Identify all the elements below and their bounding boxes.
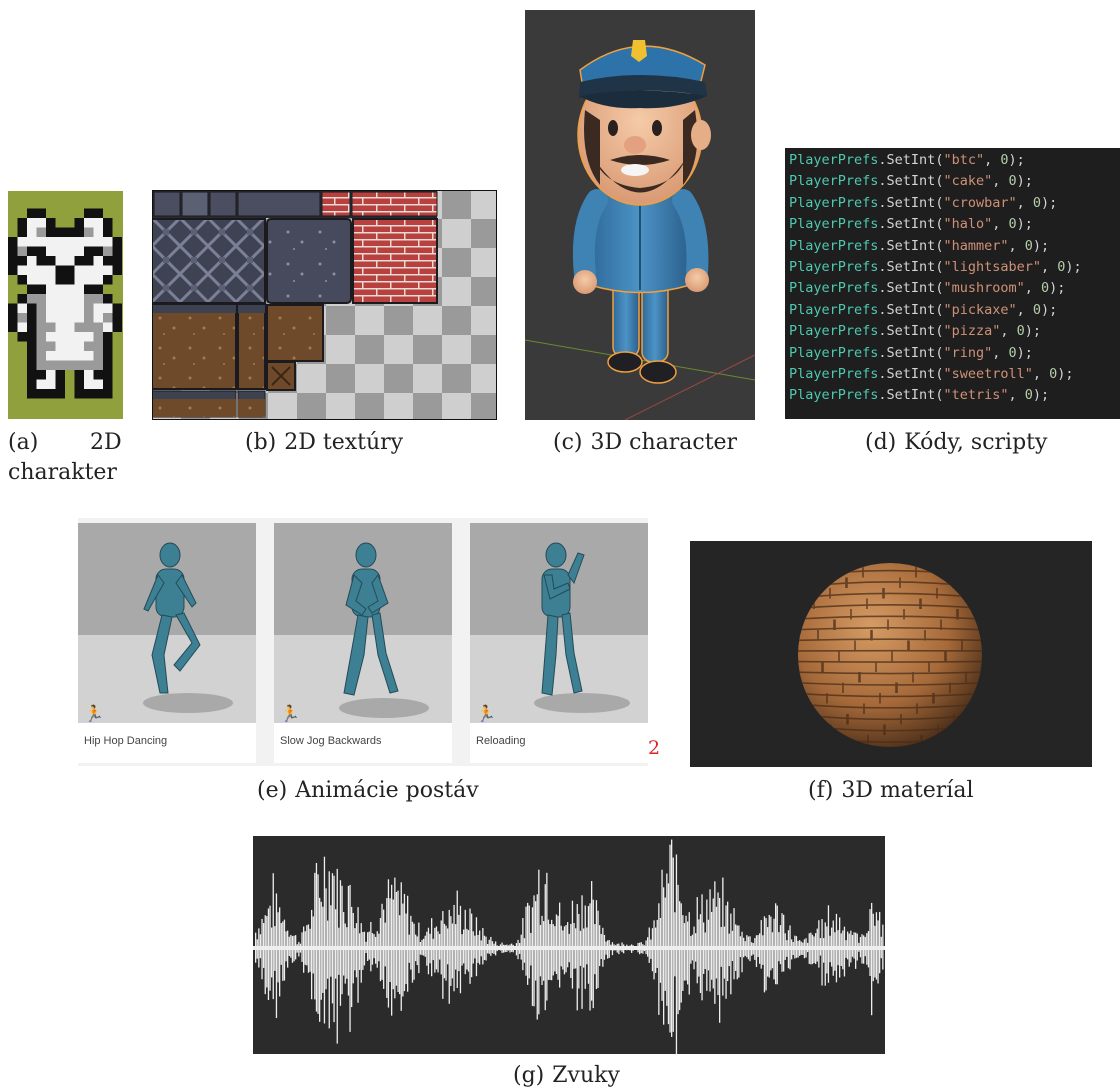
code-line: PlayerPrefs.SetInt("sweetroll", 0);	[789, 366, 1074, 383]
code-line: PlayerPrefs.SetInt("tetris", 0);	[789, 387, 1050, 404]
figure-c-caption: (c) 3D character	[553, 430, 738, 455]
animation-card-slow-jog-backwards[interactable]: 🏃 Slow Jog Backwards	[274, 523, 452, 763]
code-line: PlayerPrefs.SetInt("pizza", 0);	[789, 323, 1042, 340]
animation-preview: 🏃	[78, 523, 256, 723]
animation-preview: 🏃	[470, 523, 648, 723]
pixel-raccoon-image	[8, 191, 123, 419]
figure-b-caption: (b) 2D textúry	[245, 430, 404, 455]
3d-policeman-character-image	[525, 10, 755, 420]
animation-gallery: 🏃 Hip Hop Dancing 🏃 Slow Jog Backwards 🏃…	[78, 518, 648, 766]
code-block: PlayerPrefs.SetInt("btc", 0); PlayerPrefs…	[785, 148, 1120, 407]
figure-d-caption: (d) Kódy, scripty	[865, 430, 1048, 455]
running-figure-icon: 🏃	[280, 704, 300, 723]
animation-name: Reloading	[476, 735, 526, 747]
code-line: PlayerPrefs.SetInt("mushroom", 0);	[789, 280, 1066, 297]
tileset-texture-image	[152, 190, 497, 420]
code-line: PlayerPrefs.SetInt("cake", 0);	[789, 173, 1033, 190]
code-line: PlayerPrefs.SetInt("btc", 0);	[789, 152, 1025, 168]
figure-e-caption: (e) Animácie postáv	[257, 778, 479, 803]
animation-name: Slow Jog Backwards	[280, 735, 382, 747]
code-line: PlayerPrefs.SetInt("lightsaber", 0);	[789, 259, 1082, 276]
animation-card-hip-hop-dancing[interactable]: 🏃 Hip Hop Dancing	[78, 523, 256, 763]
code-line: PlayerPrefs.SetInt("ring", 0);	[789, 344, 1033, 361]
animation-preview: 🏃	[274, 523, 452, 723]
animation-card-reloading[interactable]: 🏃 Reloading	[470, 523, 648, 763]
audio-waveform-image	[253, 836, 885, 1054]
code-line: PlayerPrefs.SetInt("pickaxe", 0);	[789, 301, 1058, 318]
code-line: PlayerPrefs.SetInt("crowbar", 0);	[789, 194, 1058, 211]
figure-a-caption: (a) 2D charakter	[8, 430, 122, 485]
code-line: PlayerPrefs.SetInt("halo", 0);	[789, 216, 1033, 233]
running-figure-icon: 🏃	[84, 704, 104, 723]
figure-g-caption: (g) Zvuky	[513, 1063, 620, 1088]
figure-f-caption: (f) 3D materíal	[808, 778, 974, 803]
animation-name: Hip Hop Dancing	[84, 735, 168, 747]
code-snippet-panel: PlayerPrefs.SetInt("btc", 0); PlayerPrefs…	[785, 148, 1120, 419]
code-line: PlayerPrefs.SetInt("hammer", 0);	[789, 237, 1050, 254]
running-figure-icon: 🏃	[476, 704, 496, 723]
footnote-marker: 2	[648, 737, 661, 759]
wood-material-sphere-image	[690, 541, 1092, 767]
